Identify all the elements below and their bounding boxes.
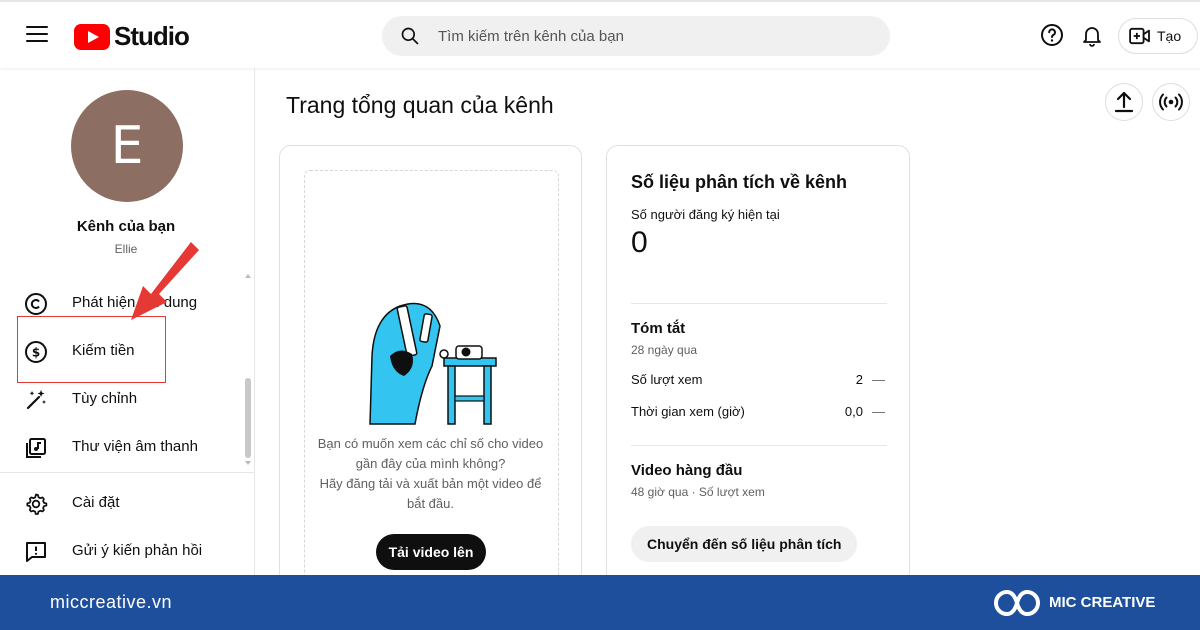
- subscribers-count: 0: [631, 226, 648, 259]
- page-title: Trang tổng quan của kênh: [286, 92, 554, 118]
- magic-wand-icon: [26, 390, 46, 410]
- watch-time-value: 0,0: [844, 404, 863, 419]
- scroll-down-arrow[interactable]: [245, 461, 251, 465]
- sidebar-item-customization[interactable]: Tùy chỉnh: [0, 377, 245, 421]
- menu-icon[interactable]: [26, 26, 48, 44]
- no-video-message: Bạn có muốn xem các chỉ số cho video gần…: [298, 434, 563, 514]
- message-line: bắt đầu.: [407, 496, 454, 511]
- watch-time-label: Thời gian xem (giờ): [631, 404, 745, 419]
- studio-screenshot: Studio Tạo E Kênh của bạn Ellie Phát hiệ…: [0, 0, 1200, 630]
- audio-library-icon: [26, 438, 46, 458]
- go-to-analytics-button[interactable]: Chuyển đến số liệu phân tích: [631, 526, 858, 562]
- subscribers-label: Số người đăng ký hiện tại: [631, 207, 780, 222]
- upload-button[interactable]: [1105, 83, 1143, 121]
- upload-icon: [1114, 91, 1134, 113]
- upload-video-button[interactable]: Tải video lên: [376, 534, 486, 570]
- mic-creative-logo-icon: [994, 589, 1040, 617]
- analytics-divider: [631, 445, 887, 446]
- sidebar-divider: [0, 472, 254, 473]
- bell-icon[interactable]: [1080, 23, 1104, 47]
- sidebar-item-audio-library[interactable]: Thư viện âm thanh: [0, 425, 245, 469]
- live-broadcast-icon: [1159, 93, 1183, 111]
- sidebar-item-label: Thư viện âm thanh: [72, 438, 198, 455]
- message-line: Hãy đăng tải và xuất bản một video để: [319, 476, 542, 491]
- search-input[interactable]: [438, 16, 868, 56]
- message-line: gần đây của mình không?: [355, 456, 506, 471]
- footer-brand: MIC CREATIVE: [1049, 594, 1156, 611]
- message-line: Bạn có muốn xem các chỉ số cho video: [317, 436, 544, 451]
- views-label: Số lượt xem: [631, 372, 703, 387]
- annotation-highlight-box: [17, 316, 166, 383]
- analytics-divider: [631, 303, 887, 304]
- sidebar-item-label: Tùy chỉnh: [72, 390, 138, 407]
- sidebar-item-label: Gửi ý kiến phản hồi: [72, 542, 203, 559]
- channel-analytics-card: Số liệu phân tích về kênh Số người đăng …: [606, 145, 910, 585]
- summary-title: Tóm tắt: [631, 320, 686, 337]
- sidebar-item-settings[interactable]: Cài đặt: [0, 481, 245, 525]
- video-add-icon: [1129, 27, 1150, 45]
- channel-title: Kênh của bạn: [76, 218, 176, 235]
- annotation-arrow-icon: [131, 242, 199, 320]
- create-label: Tạo: [1157, 28, 1182, 44]
- go-live-button[interactable]: [1152, 83, 1190, 121]
- create-button[interactable]: Tạo: [1118, 18, 1198, 54]
- scroll-up-arrow[interactable]: [245, 274, 251, 278]
- summary-period: 28 ngày qua: [631, 343, 698, 357]
- camera-illustration-icon: [369, 302, 497, 425]
- avatar[interactable]: E: [71, 90, 183, 202]
- studio-logo[interactable]: Studio: [74, 21, 190, 52]
- sidebar-item-label: Cài đặt: [72, 494, 120, 511]
- feedback-icon: [26, 542, 46, 562]
- gear-icon: [26, 493, 48, 515]
- footer-banner: miccreative.vn MIC CREATIVE: [0, 575, 1200, 630]
- watch-time-trend: —: [872, 404, 885, 419]
- sidebar-scrollbar[interactable]: [245, 378, 251, 458]
- search-icon[interactable]: [400, 26, 420, 46]
- sidebar-item-feedback[interactable]: Gửi ý kiến phản hồi: [0, 529, 245, 573]
- help-icon[interactable]: [1040, 23, 1064, 47]
- top-videos-period: 48 giờ qua · Số lượt xem: [631, 485, 765, 499]
- youtube-logo-icon: [74, 23, 110, 50]
- top-bar: Studio Tạo: [0, 0, 1200, 68]
- latest-video-card: Bạn có muốn xem các chỉ số cho video gần…: [279, 145, 582, 600]
- copyright-icon: [25, 293, 47, 315]
- sidebar: E Kênh của bạn Ellie Phát hiện nội dung …: [0, 68, 255, 575]
- top-videos-title: Video hàng đầu: [631, 462, 743, 479]
- search-bar[interactable]: [382, 16, 890, 56]
- analytics-title: Số liệu phân tích về kênh: [631, 172, 848, 192]
- footer-url[interactable]: miccreative.vn: [50, 592, 172, 613]
- logo-text: Studio: [114, 21, 190, 51]
- views-trend: —: [872, 372, 885, 387]
- views-value: 2: [855, 372, 863, 387]
